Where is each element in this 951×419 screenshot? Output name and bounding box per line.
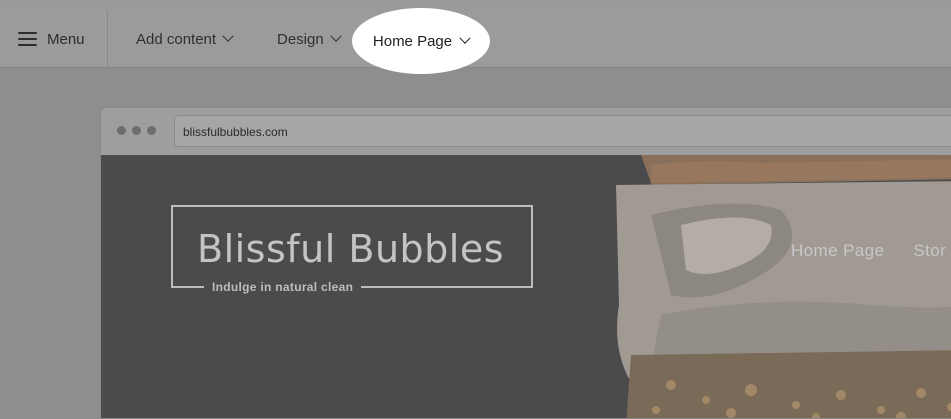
site-nav-home-page[interactable]: Home Page bbox=[791, 241, 884, 261]
chevron-down-icon bbox=[459, 32, 471, 44]
browser-preview: blissfulbubbles.com Blissful Bubbles Ind… bbox=[100, 107, 951, 419]
toolbar-divider bbox=[107, 11, 108, 67]
window-controls bbox=[117, 126, 156, 135]
window-dot-icon bbox=[132, 126, 141, 135]
window-dot-icon bbox=[117, 126, 126, 135]
menu-label: Menu bbox=[47, 30, 85, 48]
browser-chrome: blissfulbubbles.com bbox=[101, 108, 951, 155]
add-content-button[interactable]: Add content bbox=[136, 11, 234, 67]
menu-button[interactable]: Menu bbox=[18, 11, 85, 67]
home-page-dropdown-button[interactable]: Home Page bbox=[352, 8, 490, 74]
website-hero: Blissful Bubbles Indulge in natural clea… bbox=[101, 155, 951, 418]
design-label: Design bbox=[277, 30, 324, 48]
add-content-label: Add content bbox=[136, 30, 217, 48]
home-page-label: Home Page bbox=[372, 32, 453, 50]
site-title: Blissful Bubbles bbox=[197, 227, 505, 271]
site-tagline: Indulge in natural clean bbox=[204, 280, 362, 294]
hamburger-icon bbox=[18, 32, 37, 46]
soap-bar-image bbox=[611, 155, 951, 418]
chevron-down-icon bbox=[330, 30, 342, 42]
site-navigation: Home Page Stor bbox=[791, 241, 946, 261]
site-logo: Blissful Bubbles Indulge in natural clea… bbox=[171, 205, 533, 294]
design-button[interactable]: Design bbox=[277, 11, 342, 67]
address-bar[interactable]: blissfulbubbles.com bbox=[174, 115, 951, 147]
chevron-down-icon bbox=[222, 30, 234, 42]
window-dot-icon bbox=[147, 126, 156, 135]
site-nav-store[interactable]: Stor bbox=[913, 241, 946, 261]
